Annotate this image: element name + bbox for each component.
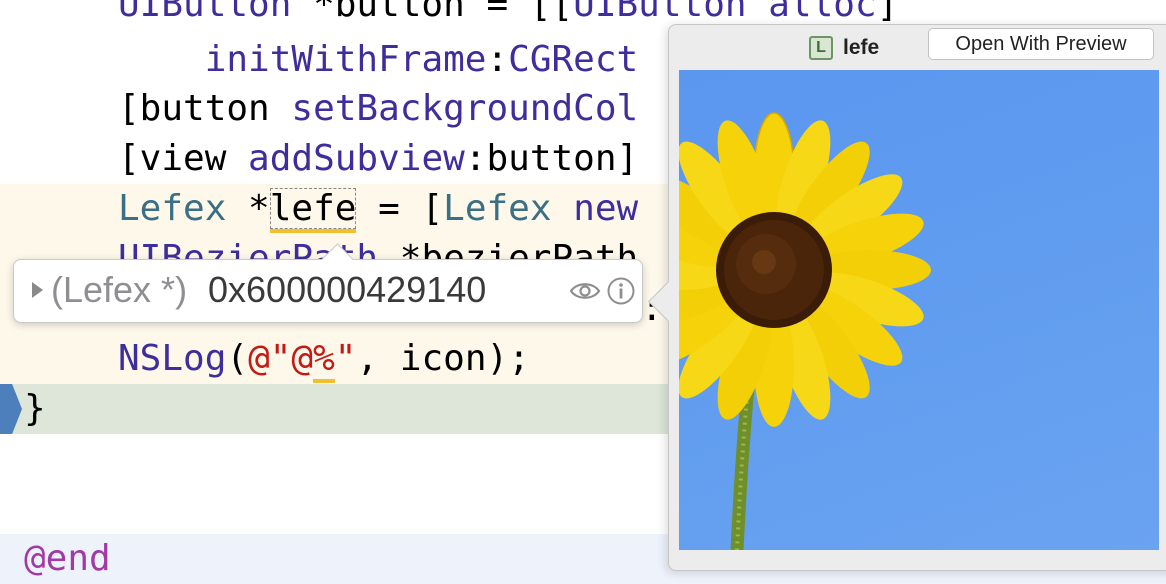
code-token: initWithFrame — [204, 39, 487, 80]
code-token: UIButton — [118, 0, 292, 25]
code-token: : — [486, 39, 509, 80]
eye-icon[interactable] — [569, 277, 601, 305]
code-token: UIButton — [573, 0, 747, 25]
code-token: NSLog — [118, 338, 227, 379]
code-token: % — [313, 338, 335, 383]
code-token: alloc — [768, 0, 877, 25]
code-token: @"@ — [248, 338, 314, 379]
variable-datatip: (Lefex *) 0x600000429140 — [13, 243, 643, 323]
code-token: CGRect — [508, 39, 639, 80]
code-token: , icon); — [356, 338, 530, 379]
code-token: Lefex — [118, 188, 227, 229]
code-token: addSubview — [248, 138, 465, 179]
code-token: } — [24, 388, 46, 429]
code-token: new — [573, 188, 639, 229]
code-token: = [ — [356, 188, 444, 229]
code-token: ] — [876, 0, 899, 25]
code-token: [button — [118, 88, 292, 129]
quick-look-title: lefe — [843, 36, 880, 59]
code-token: ( — [226, 338, 249, 379]
code-token: " — [334, 338, 357, 379]
inspected-variable[interactable]: lefe — [269, 188, 357, 233]
disclosure-triangle-icon[interactable] — [32, 282, 43, 298]
quick-look-popover: L lefe Open With Preview — [647, 24, 1166, 571]
code-token: [view — [118, 138, 249, 179]
info-icon[interactable] — [606, 276, 636, 306]
code-token: @end — [24, 538, 111, 579]
code-token: *button = [[ — [291, 0, 574, 25]
open-with-preview-button[interactable]: Open With Preview — [928, 28, 1154, 60]
datatip-value: 0x600000429140 — [208, 269, 487, 310]
code-token: lefe — [269, 188, 357, 233]
code-token: Lefex — [443, 188, 552, 229]
code-token: * — [226, 188, 270, 229]
datatip-type-label: (Lefex *) — [51, 269, 188, 310]
quick-look-image-sunflower — [679, 70, 1159, 550]
code-token: :button] — [464, 138, 639, 179]
variable-l-icon: L — [809, 36, 833, 60]
sunflower-image — [679, 112, 931, 550]
code-token: setBackgroundCol — [291, 88, 639, 129]
